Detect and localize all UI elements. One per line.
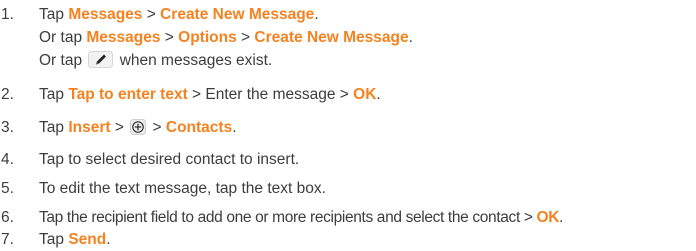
step-text: > Enter the message > [187, 86, 354, 103]
keyword-options: Options [178, 29, 237, 46]
step-text: Tap [39, 231, 69, 248]
step-text: Tap the recipient field to add one or mo… [39, 209, 537, 226]
step-number: 4. [1, 151, 14, 168]
step-text: when messages exist. [115, 52, 273, 69]
step-text: . [559, 209, 564, 226]
step-text: . [232, 119, 237, 136]
step-1-line-2: Or tap Messages > Options > Create New M… [0, 27, 413, 49]
keyword-tap-to-enter-text: Tap to enter text [68, 86, 188, 103]
keyword-create-new-message: Create New Message [160, 6, 315, 23]
step-number: 6. [1, 209, 14, 226]
separator: > [160, 29, 179, 46]
add-circle-icon [130, 119, 147, 135]
keyword-ok: OK [536, 209, 560, 226]
keyword-create-new-message: Create New Message [254, 29, 409, 46]
step-text: . [408, 29, 413, 46]
step-2: 2. Tap Tap to enter text > Enter the mess… [0, 84, 381, 106]
keyword-ok: OK [353, 86, 377, 103]
step-text: . [376, 86, 381, 103]
step-number: 1. [1, 6, 14, 23]
step-number: 2. [1, 86, 14, 103]
step-text: Or tap [39, 29, 87, 46]
step-text: . [314, 6, 319, 23]
keyword-contacts: Contacts [165, 119, 233, 136]
step-5: 5. To edit the text message, tap the text… [0, 178, 326, 200]
step-text: Tap [39, 86, 69, 103]
step-7: 7. Tap Send. [0, 229, 111, 251]
step-number: 5. [1, 180, 14, 197]
pencil-icon [88, 51, 114, 68]
step-text: . [106, 231, 111, 248]
keyword-messages: Messages [86, 29, 161, 46]
separator: > [142, 6, 161, 23]
instruction-steps: 1. Tap Messages > Create New Message. Or … [0, 0, 696, 249]
step-number: 3. [1, 119, 14, 136]
separator: > [236, 29, 255, 46]
keyword-insert: Insert [68, 119, 111, 136]
step-number: 7. [1, 231, 14, 248]
step-4: 4. Tap to select desired contact to inser… [0, 149, 299, 171]
keyword-send: Send [68, 231, 107, 248]
step-text: To edit the text message, tap the text b… [39, 180, 326, 197]
keyword-messages: Messages [68, 6, 143, 23]
step-text: Tap [39, 119, 69, 136]
step-text: Or tap [39, 52, 87, 69]
step-6: 6. Tap the recipient field to add one or … [0, 207, 563, 229]
step-3: 3. Tap Insert > > Contacts. [0, 117, 237, 139]
step-1-line-3: Or tap when messages exist. [0, 50, 272, 72]
step-text: Tap to select desired contact to insert. [39, 151, 300, 168]
separator: > [148, 119, 166, 136]
separator: > [110, 119, 129, 136]
step-1-line-1: 1. Tap Messages > Create New Message. [0, 4, 319, 26]
step-text: Tap [39, 6, 69, 23]
